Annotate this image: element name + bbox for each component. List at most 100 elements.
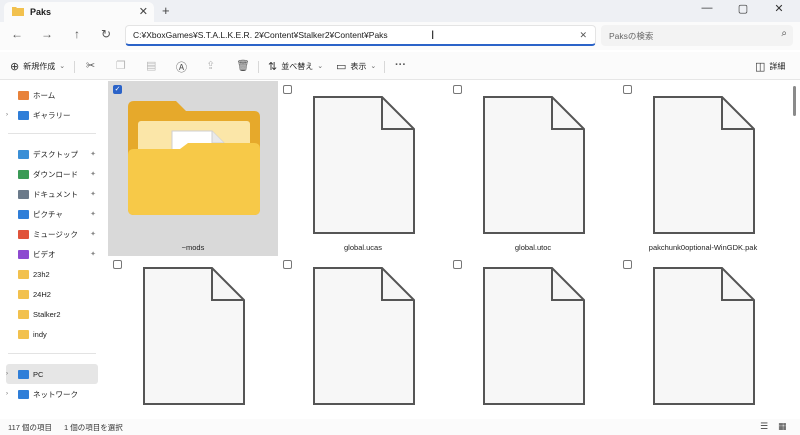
sidebar-item-label: Stalker2	[33, 309, 61, 319]
network-icon	[18, 389, 29, 399]
chevron-right-icon[interactable]: ›	[6, 391, 14, 397]
file-tile[interactable]: pakchunk0optional-WinGDK.pak	[618, 81, 788, 256]
file-tile[interactable]: ✓ ~mods	[108, 81, 278, 256]
sort-button[interactable]: ⇅ 並べ替え ⌄	[268, 57, 323, 75]
maximize-button[interactable]: ▢	[728, 2, 758, 15]
address-bar[interactable]: C:¥XboxGames¥S.T.A.L.K.E.R. 2¥Content¥St…	[125, 25, 596, 46]
file-icon	[653, 267, 755, 405]
sidebar-item-23h2[interactable]: 23h2	[6, 264, 98, 284]
file-tile[interactable]	[108, 256, 278, 419]
rename-icon[interactable]: Ⓐ	[176, 59, 187, 75]
sidebar-item-label: 24H2	[33, 289, 51, 299]
gallery-icon	[18, 110, 29, 120]
search-input[interactable]: Paksの検索 ⌕	[601, 25, 793, 46]
refresh-icon[interactable]: ↻	[97, 27, 115, 41]
divider	[258, 61, 259, 73]
list-view-icon[interactable]: ☰	[760, 421, 768, 432]
new-tab-button[interactable]: +	[162, 3, 170, 18]
paste-icon[interactable]: ▤	[146, 59, 156, 72]
vertical-scrollbar[interactable]	[792, 82, 797, 412]
view-button[interactable]: ▭ 表示 ⌄	[336, 57, 376, 75]
pin-icon: ✦	[90, 191, 96, 198]
sidebar-item-indy[interactable]: indy	[6, 324, 98, 344]
search-placeholder: Paksの検索	[609, 30, 654, 41]
file-icon	[483, 96, 585, 234]
status-bar: 117 個の項目 1 個の項目を選択 ☰ ▦	[0, 419, 800, 435]
back-arrow-icon[interactable]: ←	[8, 27, 26, 41]
checkbox[interactable]	[453, 260, 462, 269]
file-name: pakchunk0optional-WinGDK.pak	[648, 243, 758, 252]
close-button[interactable]: ✕	[764, 2, 794, 15]
file-tile[interactable]	[618, 256, 788, 419]
sidebar-item-network[interactable]: › ネットワーク	[6, 384, 98, 404]
sidebar-item-label: 23h2	[33, 269, 50, 279]
tab-title: Paks	[30, 7, 52, 17]
sidebar-item-label: ピクチャ	[33, 209, 63, 219]
clear-icon[interactable]: ✕	[579, 30, 587, 41]
file-tile[interactable]: global.utoc	[448, 81, 618, 256]
sidebar-item-pictures[interactable]: ピクチャ ✦	[6, 204, 98, 224]
folder-icon	[18, 329, 29, 339]
sidebar-item-music[interactable]: ミュージック ✦	[6, 224, 98, 244]
file-tile[interactable]	[278, 256, 448, 419]
pin-icon: ✦	[90, 171, 96, 178]
checkbox-checked[interactable]: ✓	[113, 85, 122, 94]
tab-close-icon[interactable]: ✕	[139, 5, 148, 18]
checkbox[interactable]	[113, 260, 122, 269]
desktop-icon	[18, 149, 29, 159]
details-button[interactable]: ◫ 詳細	[755, 57, 785, 75]
file-tile[interactable]	[448, 256, 618, 419]
pc-icon	[18, 369, 29, 379]
pin-icon: ✦	[90, 151, 96, 158]
copy-icon[interactable]: ❐	[116, 59, 126, 72]
view-icon: ▭	[336, 60, 347, 73]
sidebar-item-label: PC	[33, 369, 44, 379]
sidebar-item-pc[interactable]: › PC	[6, 364, 98, 384]
new-button[interactable]: ⊕ 新規作成 ⌄	[10, 57, 65, 75]
tab-paks[interactable]: Paks ✕	[4, 2, 154, 22]
sidebar-item-label: ドキュメント	[33, 189, 78, 199]
up-arrow-icon[interactable]: ↑	[68, 27, 86, 41]
sidebar-item-24h2[interactable]: 24H2	[6, 284, 98, 304]
command-bar: ⊕ 新規作成 ⌄ ✂ ❐ ▤ Ⓐ ⇪ 🗑 ⇅ 並べ替え ⌄ ▭ 表示 ⌄ ···…	[0, 52, 800, 80]
sidebar-item-label: indy	[33, 329, 47, 339]
pin-icon: ✦	[90, 211, 96, 218]
sidebar-item-gallery[interactable]: › ギャラリー	[6, 105, 98, 125]
divider	[8, 353, 96, 354]
share-icon[interactable]: ⇪	[206, 59, 215, 72]
file-tile[interactable]: global.ucas	[278, 81, 448, 256]
delete-icon[interactable]: 🗑	[236, 59, 250, 72]
file-icon	[483, 267, 585, 405]
cut-icon[interactable]: ✂	[86, 59, 95, 72]
more-options-icon[interactable]: ···	[395, 59, 406, 71]
minimize-button[interactable]: —	[692, 2, 722, 14]
checkbox[interactable]	[283, 85, 292, 94]
forward-arrow-icon[interactable]: →	[38, 27, 56, 41]
file-name: global.utoc	[514, 243, 552, 252]
chevron-right-icon[interactable]: ›	[6, 371, 14, 377]
address-path: C:¥XboxGames¥S.T.A.L.K.E.R. 2¥Content¥St…	[133, 30, 388, 40]
chevron-down-icon: ⌄	[370, 63, 377, 70]
sidebar-item-home[interactable]: ホーム	[6, 85, 98, 105]
checkbox[interactable]	[623, 260, 632, 269]
navigation-pane: ホーム › ギャラリー デスクトップ ✦ ダウンロード ✦ ドキュメント ✦ ピ…	[0, 81, 100, 419]
sidebar-item-stalker2[interactable]: Stalker2	[6, 304, 98, 324]
sidebar-item-documents[interactable]: ドキュメント ✦	[6, 184, 98, 204]
text-cursor-icon: I	[431, 28, 435, 42]
chevron-down-icon: ⌄	[59, 63, 66, 70]
sidebar-item-videos[interactable]: ビデオ ✦	[6, 244, 98, 264]
checkbox[interactable]	[453, 85, 462, 94]
sidebar-item-downloads[interactable]: ダウンロード ✦	[6, 164, 98, 184]
scrollbar-thumb[interactable]	[793, 86, 796, 116]
file-icon	[313, 267, 415, 405]
divider	[384, 61, 385, 73]
tile-view-icon[interactable]: ▦	[778, 421, 787, 432]
folder-icon	[18, 269, 29, 279]
checkbox[interactable]	[283, 260, 292, 269]
checkbox[interactable]	[623, 85, 632, 94]
sidebar-item-desktop[interactable]: デスクトップ ✦	[6, 144, 98, 164]
folder-icon	[18, 289, 29, 299]
address-row: ← → ↑ ↻ C:¥XboxGames¥S.T.A.L.K.E.R. 2¥Co…	[0, 22, 800, 50]
chevron-right-icon[interactable]: ›	[6, 112, 14, 118]
details-pane-icon: ◫	[755, 60, 766, 73]
